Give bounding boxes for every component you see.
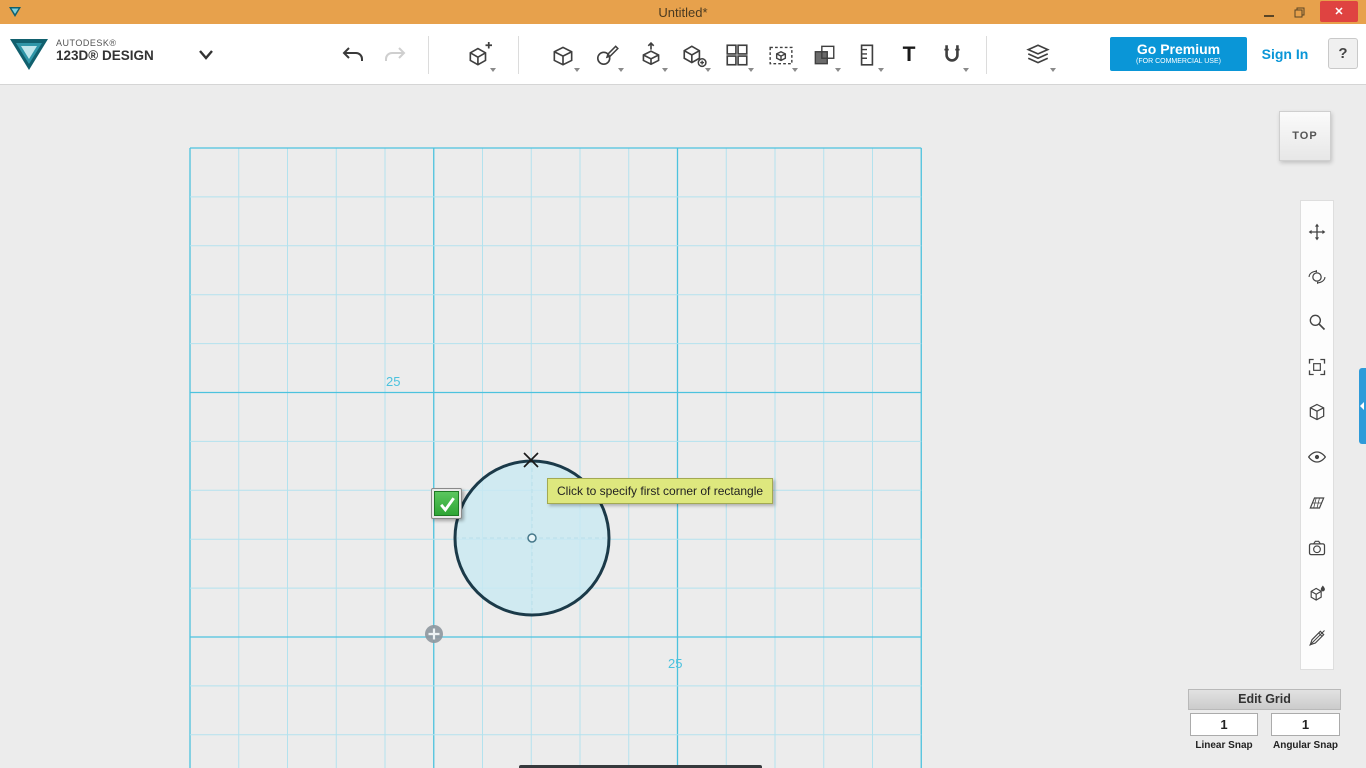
- tool-sketch[interactable]: [588, 35, 626, 75]
- construct-icon: [638, 42, 664, 68]
- navigation-toolbar: [1300, 200, 1334, 670]
- go-premium-sublabel: (FOR COMMERCIAL USE): [1136, 58, 1221, 66]
- main-toolbar: AUTODESK® 123D® DESIGN: [0, 24, 1366, 85]
- dropdown-arrow-icon: [792, 68, 798, 72]
- pattern-icon: [724, 42, 750, 68]
- visibility-button[interactable]: [1303, 443, 1331, 471]
- material-button[interactable]: [1303, 579, 1331, 607]
- linear-snap-input[interactable]: [1190, 713, 1258, 736]
- tool-grouping[interactable]: [762, 35, 800, 75]
- close-button[interactable]: ✕: [1320, 1, 1358, 22]
- tool-modify[interactable]: [675, 35, 713, 75]
- window-title: Untitled*: [658, 5, 707, 20]
- material-drop-icon: [1307, 583, 1327, 603]
- grid-scale-label: 25: [386, 374, 400, 389]
- camera-icon: [1307, 538, 1327, 558]
- grid-plane-button[interactable]: [1303, 489, 1331, 517]
- undo-button[interactable]: [334, 35, 372, 75]
- toolbar-divider: [986, 36, 987, 74]
- dropdown-arrow-icon: [878, 68, 884, 72]
- measure-icon: [854, 42, 880, 68]
- sketch-canvas[interactable]: 25 25 Click to specify first corner of r…: [0, 85, 1366, 768]
- chevron-down-icon: [198, 49, 214, 61]
- dropdown-arrow-icon: [618, 68, 624, 72]
- sketch-icon: [594, 42, 620, 68]
- material-layers-icon: [1024, 42, 1052, 68]
- dropdown-arrow-icon: [662, 68, 668, 72]
- app-icon: [8, 5, 22, 24]
- linear-snap-label: Linear Snap: [1190, 740, 1258, 751]
- tool-material[interactable]: [1018, 35, 1058, 75]
- orbit-icon: [1307, 267, 1327, 287]
- help-button[interactable]: ?: [1328, 38, 1358, 69]
- tool-primitives[interactable]: [544, 35, 582, 75]
- circle-center-point: [528, 534, 536, 542]
- restore-button[interactable]: [1285, 2, 1313, 22]
- tool-snap[interactable]: [933, 35, 971, 75]
- origin-marker-icon: [425, 625, 443, 643]
- text-tool-icon: T: [903, 43, 916, 67]
- dropdown-arrow-icon: [705, 68, 711, 72]
- dropdown-arrow-icon: [748, 68, 754, 72]
- magnifier-icon: [1307, 312, 1327, 332]
- app-window: Untitled* ✕ AUTODESK® 123D® DESIGN: [0, 0, 1366, 768]
- grid-scale-label: 25: [668, 656, 682, 671]
- dropdown-arrow-icon: [490, 68, 496, 72]
- tool-text[interactable]: T: [890, 35, 928, 75]
- zoom-button[interactable]: [1303, 308, 1331, 336]
- side-panel-tab[interactable]: [1359, 368, 1366, 444]
- brand-product: 123D® DESIGN: [56, 49, 154, 64]
- magnet-icon: [939, 42, 965, 68]
- redo-icon: [382, 43, 408, 67]
- pan-icon: [1307, 222, 1327, 242]
- undo-icon: [340, 43, 366, 67]
- dropdown-arrow-icon: [835, 68, 841, 72]
- zoom-window-button[interactable]: [1303, 353, 1331, 381]
- sketch-toggle-button[interactable]: [1303, 624, 1331, 652]
- titlebar: Untitled* ✕: [0, 0, 1366, 24]
- primitives-icon: [550, 42, 576, 68]
- shaded-view-button[interactable]: [1303, 398, 1331, 426]
- dropdown-arrow-icon: [1050, 68, 1056, 72]
- toolbar-divider: [428, 36, 429, 74]
- checkmark-icon: [437, 494, 457, 514]
- sign-in-button[interactable]: Sign In: [1258, 37, 1312, 71]
- dropdown-arrow-icon: [963, 68, 969, 72]
- edit-grid-panel: Edit Grid Linear Snap Angular Snap: [1188, 689, 1341, 710]
- tool-transform[interactable]: [460, 35, 498, 75]
- eye-icon: [1307, 447, 1327, 467]
- angular-snap-input[interactable]: [1271, 713, 1340, 736]
- edit-grid-button[interactable]: Edit Grid: [1188, 689, 1341, 710]
- grouping-icon: [768, 42, 794, 68]
- orbit-button[interactable]: [1303, 263, 1331, 291]
- brand-text: AUTODESK® 123D® DESIGN: [56, 39, 154, 64]
- angular-snap-label: Angular Snap: [1271, 740, 1340, 751]
- app-menu-button[interactable]: [194, 44, 218, 66]
- tool-pattern[interactable]: [718, 35, 756, 75]
- pan-button[interactable]: [1303, 218, 1331, 246]
- minimize-button[interactable]: [1255, 2, 1283, 22]
- brand-logo-icon: [8, 34, 50, 79]
- dropdown-arrow-icon: [574, 68, 580, 72]
- go-premium-button[interactable]: Go Premium (FOR COMMERCIAL USE): [1110, 37, 1247, 71]
- toolbar-divider: [518, 36, 519, 74]
- screenshot-button[interactable]: [1303, 534, 1331, 562]
- transform-icon: [466, 42, 492, 68]
- tool-construct[interactable]: [632, 35, 670, 75]
- grid-plane-icon: [1307, 493, 1327, 513]
- sketch-grid: [190, 148, 921, 768]
- fit-view-icon: [1307, 357, 1327, 377]
- modify-icon: [681, 42, 707, 68]
- hint-tooltip: Click to specify first corner of rectang…: [547, 478, 773, 504]
- tool-measure[interactable]: [848, 35, 886, 75]
- go-premium-label: Go Premium: [1137, 42, 1220, 57]
- accept-sketch-button[interactable]: [431, 488, 462, 519]
- pencil-icon: [1307, 628, 1327, 648]
- combine-icon: [811, 42, 837, 68]
- tool-combine[interactable]: [805, 35, 843, 75]
- view-cube-top[interactable]: TOP: [1279, 111, 1331, 161]
- cube-icon: [1307, 402, 1327, 422]
- redo-button[interactable]: [376, 35, 414, 75]
